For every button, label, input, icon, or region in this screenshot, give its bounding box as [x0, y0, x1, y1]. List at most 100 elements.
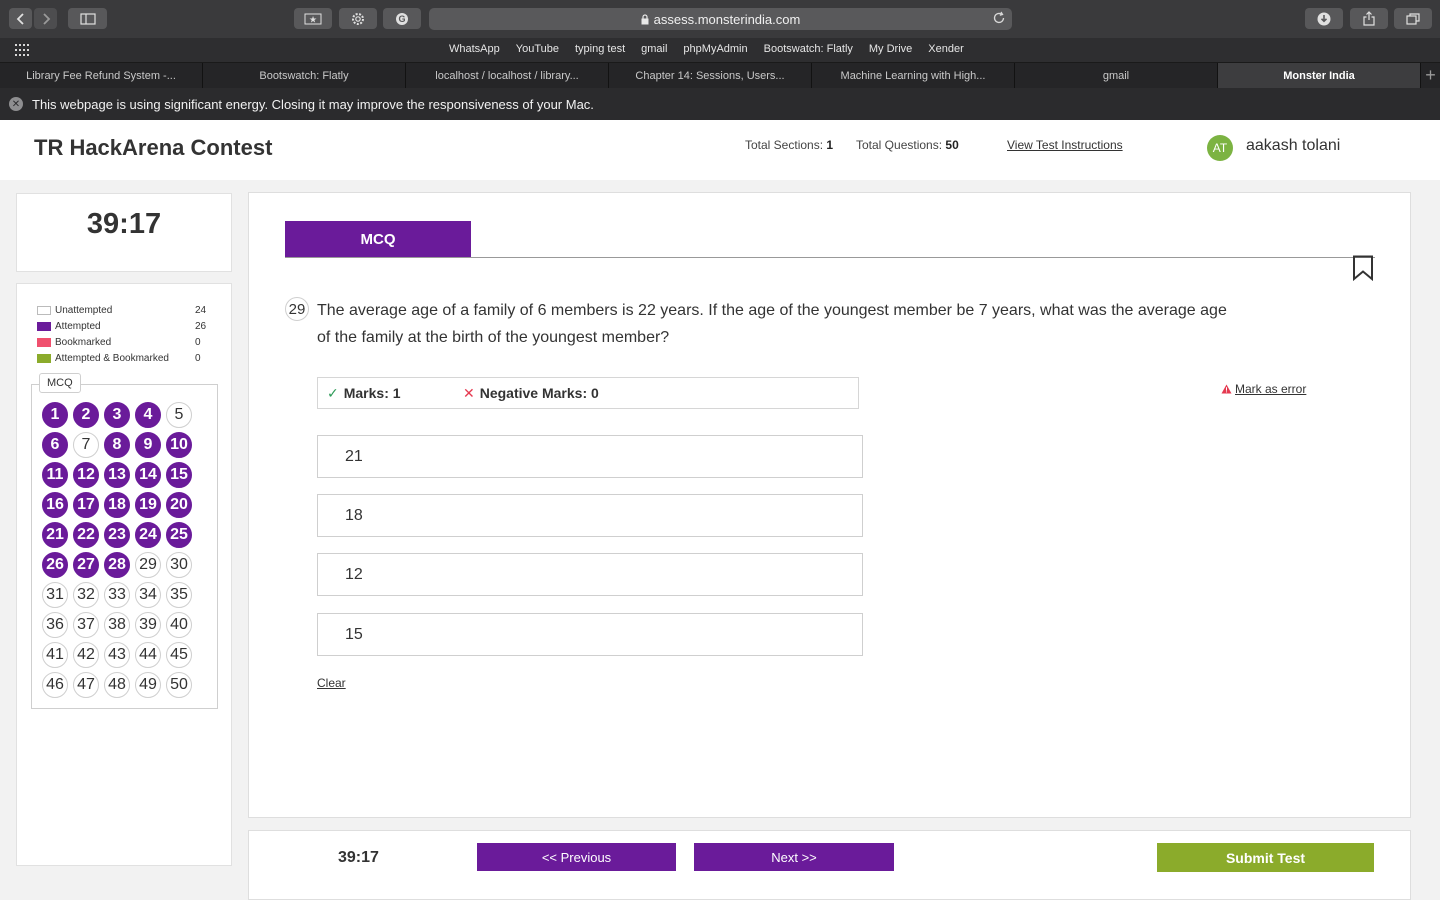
- question-nav-button[interactable]: 14: [135, 462, 161, 488]
- question-nav-button[interactable]: 18: [104, 492, 130, 518]
- legend-count: 24: [195, 304, 207, 316]
- answer-option[interactable]: 12: [317, 553, 863, 596]
- question-nav-button[interactable]: 28: [104, 552, 130, 578]
- settings-extension-button[interactable]: [339, 8, 377, 29]
- question-nav-button[interactable]: 30: [166, 552, 192, 578]
- question-nav-button[interactable]: 1: [42, 402, 68, 428]
- question-nav-button[interactable]: 49: [135, 672, 161, 698]
- question-nav-button[interactable]: 35: [166, 582, 192, 608]
- question-nav-button[interactable]: 38: [104, 612, 130, 638]
- question-nav-button[interactable]: 7: [73, 432, 99, 458]
- downloads-button[interactable]: [1305, 8, 1343, 29]
- question-nav-button[interactable]: 13: [104, 462, 130, 488]
- clear-response-link[interactable]: Clear: [317, 676, 346, 690]
- question-nav-button[interactable]: 9: [135, 432, 161, 458]
- question-nav-button[interactable]: 48: [104, 672, 130, 698]
- user-name[interactable]: aakash tolani: [1246, 137, 1340, 155]
- question-nav-button[interactable]: 50: [166, 672, 192, 698]
- question-nav-button[interactable]: 26: [42, 552, 68, 578]
- question-nav-button[interactable]: 32: [73, 582, 99, 608]
- grammarly-button[interactable]: G: [383, 8, 421, 29]
- question-nav-button[interactable]: 12: [73, 462, 99, 488]
- question-nav-button[interactable]: 20: [166, 492, 192, 518]
- question-nav-button[interactable]: 46: [42, 672, 68, 698]
- forward-button[interactable]: [34, 8, 57, 29]
- sidebar-toggle-button[interactable]: [68, 8, 107, 29]
- bookmark-whatsapp[interactable]: WhatsApp: [449, 43, 500, 55]
- bookmark-xender[interactable]: Xender: [928, 43, 963, 55]
- browser-tab[interactable]: localhost / localhost / library...: [406, 63, 609, 89]
- question-nav-button[interactable]: 29: [135, 552, 161, 578]
- share-button[interactable]: [1350, 8, 1388, 29]
- apps-grid-icon[interactable]: [15, 44, 31, 56]
- question-nav-button[interactable]: 27: [73, 552, 99, 578]
- question-nav-button[interactable]: 2: [73, 402, 99, 428]
- back-button[interactable]: [9, 8, 32, 29]
- next-button[interactable]: Next >>: [694, 843, 894, 871]
- question-nav-button[interactable]: 15: [166, 462, 192, 488]
- answer-option[interactable]: 15: [317, 613, 863, 656]
- question-nav-button[interactable]: 8: [104, 432, 130, 458]
- question-nav-button[interactable]: 3: [104, 402, 130, 428]
- reload-icon[interactable]: [992, 11, 1006, 25]
- question-nav-button[interactable]: 22: [73, 522, 99, 548]
- question-nav-button[interactable]: 40: [166, 612, 192, 638]
- browser-tab[interactable]: gmail: [1015, 63, 1218, 89]
- gear-icon: [352, 12, 364, 25]
- browser-tab[interactable]: Library Fee Refund System -...: [0, 63, 203, 89]
- bookmark-gmail[interactable]: gmail: [641, 43, 667, 55]
- section-tab-mcq[interactable]: MCQ: [285, 221, 471, 257]
- browser-tab[interactable]: Bootswatch: Flatly: [203, 63, 406, 89]
- total-questions: Total Questions: 50: [856, 138, 959, 152]
- question-nav-button[interactable]: 41: [42, 642, 68, 668]
- question-nav-button[interactable]: 5: [166, 402, 192, 428]
- question-nav-button[interactable]: 34: [135, 582, 161, 608]
- question-nav-button[interactable]: 36: [42, 612, 68, 638]
- question-nav-button[interactable]: 16: [42, 492, 68, 518]
- browser-tab[interactable]: Chapter 14: Sessions, Users...: [609, 63, 812, 89]
- question-nav-button[interactable]: 19: [135, 492, 161, 518]
- question-nav-button[interactable]: 43: [104, 642, 130, 668]
- question-nav-button[interactable]: 21: [42, 522, 68, 548]
- question-nav-button[interactable]: 31: [42, 582, 68, 608]
- question-nav-button[interactable]: 6: [42, 432, 68, 458]
- avatar[interactable]: AT: [1207, 135, 1233, 161]
- question-nav-button[interactable]: 47: [73, 672, 99, 698]
- new-tab-button[interactable]: +: [1421, 63, 1440, 88]
- marks: ✓ Marks: 1: [327, 385, 463, 402]
- mark-as-error-link[interactable]: Mark as error: [1221, 382, 1306, 396]
- extension-star-button[interactable]: ★: [294, 8, 332, 29]
- question-nav-button[interactable]: 39: [135, 612, 161, 638]
- question-nav-button[interactable]: 10: [166, 432, 192, 458]
- bookmark-icon[interactable]: [1352, 255, 1374, 281]
- browser-tab[interactable]: Machine Learning with High...: [812, 63, 1015, 89]
- bookmark-my-drive[interactable]: My Drive: [869, 43, 912, 55]
- address-bar[interactable]: assess.monsterindia.com: [429, 8, 1012, 30]
- bookmark-phpmyadmin[interactable]: phpMyAdmin: [683, 43, 747, 55]
- previous-button[interactable]: << Previous: [477, 843, 676, 871]
- question-nav-button[interactable]: 45: [166, 642, 192, 668]
- question-nav-button[interactable]: 4: [135, 402, 161, 428]
- bookmark-typing-test[interactable]: typing test: [575, 43, 625, 55]
- answer-option[interactable]: 18: [317, 494, 863, 537]
- close-warning-icon[interactable]: ✕: [9, 97, 23, 111]
- question-nav-button[interactable]: 42: [73, 642, 99, 668]
- bookmark-bootswatch[interactable]: Bootswatch: Flatly: [764, 43, 853, 55]
- plus-icon: +: [1425, 65, 1436, 85]
- question-nav-button[interactable]: 11: [42, 462, 68, 488]
- tab-overview-button[interactable]: [1394, 8, 1432, 29]
- url-text: assess.monsterindia.com: [653, 11, 801, 27]
- view-instructions-link[interactable]: View Test Instructions: [1007, 138, 1123, 152]
- question-nav-button[interactable]: 23: [104, 522, 130, 548]
- question-nav-button[interactable]: 37: [73, 612, 99, 638]
- answer-option[interactable]: 21: [317, 435, 863, 478]
- cross-icon: ✕: [463, 384, 475, 401]
- question-nav-button[interactable]: 17: [73, 492, 99, 518]
- question-nav-button[interactable]: 44: [135, 642, 161, 668]
- question-nav-button[interactable]: 25: [166, 522, 192, 548]
- bookmark-youtube[interactable]: YouTube: [516, 43, 559, 55]
- question-nav-button[interactable]: 24: [135, 522, 161, 548]
- browser-tab-active[interactable]: Monster India: [1218, 63, 1421, 89]
- question-nav-button[interactable]: 33: [104, 582, 130, 608]
- submit-test-button[interactable]: Submit Test: [1157, 843, 1374, 872]
